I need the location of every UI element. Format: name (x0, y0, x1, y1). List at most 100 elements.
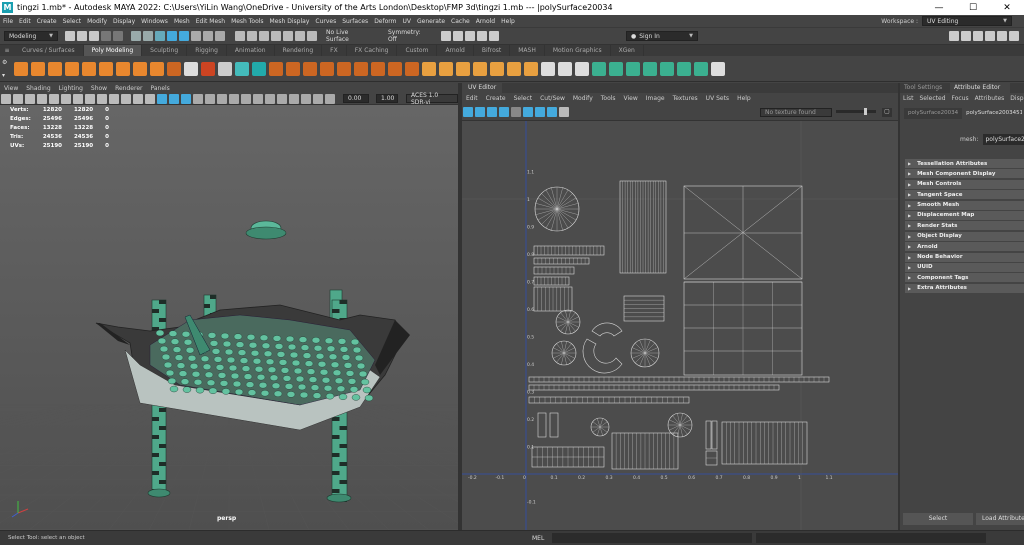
menu-modify[interactable]: Modify (84, 18, 110, 25)
viewport-tool-icon[interactable] (229, 93, 239, 104)
snap-icon[interactable] (283, 31, 293, 41)
menu-edit-mesh[interactable]: Edit Mesh (193, 18, 228, 25)
shelf-tool-icon[interactable] (285, 61, 300, 76)
uv-editor-title[interactable]: UV Editor (462, 83, 503, 93)
shelf-tool-icon[interactable] (353, 61, 368, 76)
close-button[interactable]: ✕ (990, 0, 1024, 15)
tab-tool-settings[interactable]: Tool Settings (900, 83, 950, 93)
shelf-tool-icon[interactable] (13, 61, 28, 76)
mel-label[interactable]: MEL (532, 535, 544, 542)
uv-menu-uv-sets[interactable]: UV Sets (702, 95, 733, 102)
section-mesh-component-display[interactable]: ▶ Mesh Component Display (905, 169, 1024, 179)
select-mode-icon[interactable] (215, 31, 225, 41)
select-mode-icon[interactable] (179, 31, 189, 41)
render-icon[interactable] (453, 31, 463, 41)
uv-menu-image[interactable]: Image (642, 95, 669, 102)
node-tab-transform[interactable]: polySurface20034 (904, 107, 963, 119)
shelf-tool-icon[interactable] (574, 61, 589, 76)
select-mode-icon[interactable] (155, 31, 165, 41)
section-uuid[interactable]: ▶ UUID (905, 262, 1024, 272)
shelf-options-icon[interactable]: ⚙ ▾ (2, 59, 10, 79)
viewport-tool-icon[interactable] (109, 93, 119, 104)
shelf-tool-icon[interactable] (710, 61, 725, 76)
uv-tool-icon[interactable] (475, 107, 485, 117)
uv-menu-cut-sew[interactable]: Cut/Sew (536, 95, 569, 102)
select-mode-icon[interactable] (203, 31, 213, 41)
shelf-tool-icon[interactable] (98, 61, 113, 76)
shelf-tab-xgen[interactable]: XGen (611, 45, 644, 56)
shelf-tool-icon[interactable] (472, 61, 487, 76)
shelf-tool-icon[interactable] (81, 61, 96, 76)
viewport-menu-panels[interactable]: Panels (146, 85, 173, 92)
section-smooth-mesh[interactable]: ▶ Smooth Mesh (905, 200, 1024, 210)
shelf-tab-rendering[interactable]: Rendering (275, 45, 323, 56)
viewport-tool-icon[interactable] (301, 93, 311, 104)
viewport-menu-shading[interactable]: Shading (22, 85, 54, 92)
shelf-tab-rigging[interactable]: Rigging (187, 45, 227, 56)
panel-layout-icon[interactable] (949, 31, 959, 41)
shelf-tool-icon[interactable] (132, 61, 147, 76)
shelf-tool-icon[interactable] (523, 61, 538, 76)
snap-icon[interactable] (307, 31, 317, 41)
menu-create[interactable]: Create (34, 18, 60, 25)
perspective-viewport[interactable]: Verts: 12820 12820 0 Edges: 25496 25496 0 Faces:… (0, 105, 458, 530)
shelf-tool-icon[interactable] (438, 61, 453, 76)
shelf-tool-icon[interactable] (149, 61, 164, 76)
menu-help[interactable]: Help (498, 18, 518, 25)
minimize-button[interactable]: — (922, 0, 956, 15)
section-extra-attributes[interactable]: ▶ Extra Attributes (905, 283, 1024, 293)
sign-in-dropdown[interactable]: ● Sign In ▼ (626, 31, 698, 41)
select-mode-icon[interactable] (167, 31, 177, 41)
panel-layout-icon[interactable] (973, 31, 983, 41)
file-tool-icon[interactable] (77, 31, 87, 41)
uv-tool-icon[interactable] (463, 107, 473, 117)
section-mesh-controls[interactable]: ▶ Mesh Controls (905, 179, 1024, 189)
viewport-tool-icon[interactable] (97, 93, 107, 104)
gamma-field[interactable]: 1.00 (376, 94, 398, 103)
shelf-tab-fx[interactable]: FX (322, 45, 347, 56)
uv-canvas[interactable]: -0.2 -0.1 0 0.1 0.2 0.3 0.4 0.5 0.6 0.7 0.8 0.9 1 1.1… (462, 121, 898, 530)
section-arnold[interactable]: ▶ Arnold (905, 242, 1024, 252)
shelf-tool-icon[interactable] (251, 61, 266, 76)
shelf-tool-icon[interactable] (421, 61, 436, 76)
shelf-tool-icon[interactable] (489, 61, 504, 76)
viewport-tool-icon[interactable] (289, 93, 299, 104)
shelf-tool-icon[interactable] (693, 61, 708, 76)
menu-select[interactable]: Select (60, 18, 85, 25)
panel-layout-icon[interactable] (1009, 31, 1019, 41)
shelf-tab-mash[interactable]: MASH (510, 45, 545, 56)
section-tangent-space[interactable]: ▶ Tangent Space (905, 190, 1024, 200)
menu-mesh-display[interactable]: Mesh Display (267, 18, 313, 25)
select-mode-icon[interactable] (131, 31, 141, 41)
render-icon[interactable] (477, 31, 487, 41)
load-attributes-button[interactable]: Load Attributes (976, 512, 1024, 525)
shelf-tool-icon[interactable] (404, 61, 419, 76)
uv-menu-modify[interactable]: Modify (569, 95, 597, 102)
viewport-tool-icon[interactable] (181, 93, 191, 104)
node-tab-shape[interactable]: polySurface2003451 (962, 107, 1023, 119)
uv-tool-icon[interactable] (487, 107, 497, 117)
uv-menu-textures[interactable]: Textures (669, 95, 702, 102)
menu-uv[interactable]: UV (400, 18, 415, 25)
section-node-behavior[interactable]: ▶ Node Behavior (905, 252, 1024, 262)
uv-tool-icon[interactable] (535, 107, 545, 117)
section-displacement-map[interactable]: ▶ Displacement Map (905, 210, 1024, 220)
shelf-tool-icon[interactable] (217, 61, 232, 76)
viewport-menu-lighting[interactable]: Lighting (55, 85, 87, 92)
snap-icon[interactable] (295, 31, 305, 41)
shelf-tab-motion-graphics[interactable]: Motion Graphics (545, 45, 611, 56)
snap-icon[interactable] (271, 31, 281, 41)
panel-layout-icon[interactable] (961, 31, 971, 41)
shelf-tool-icon[interactable] (659, 61, 674, 76)
viewport-tool-icon[interactable] (25, 93, 35, 104)
viewport-tool-icon[interactable] (133, 93, 143, 104)
viewport-tool-icon[interactable] (169, 93, 179, 104)
file-tool-icon[interactable] (65, 31, 75, 41)
viewport-tool-icon[interactable] (13, 93, 23, 104)
ae-menu-focus[interactable]: Focus (949, 95, 972, 102)
select-button[interactable]: Select (903, 512, 973, 525)
viewport-tool-icon[interactable] (73, 93, 83, 104)
viewport-tool-icon[interactable] (313, 93, 323, 104)
viewport-tool-icon[interactable] (49, 93, 59, 104)
menu-edit[interactable]: Edit (16, 18, 34, 25)
